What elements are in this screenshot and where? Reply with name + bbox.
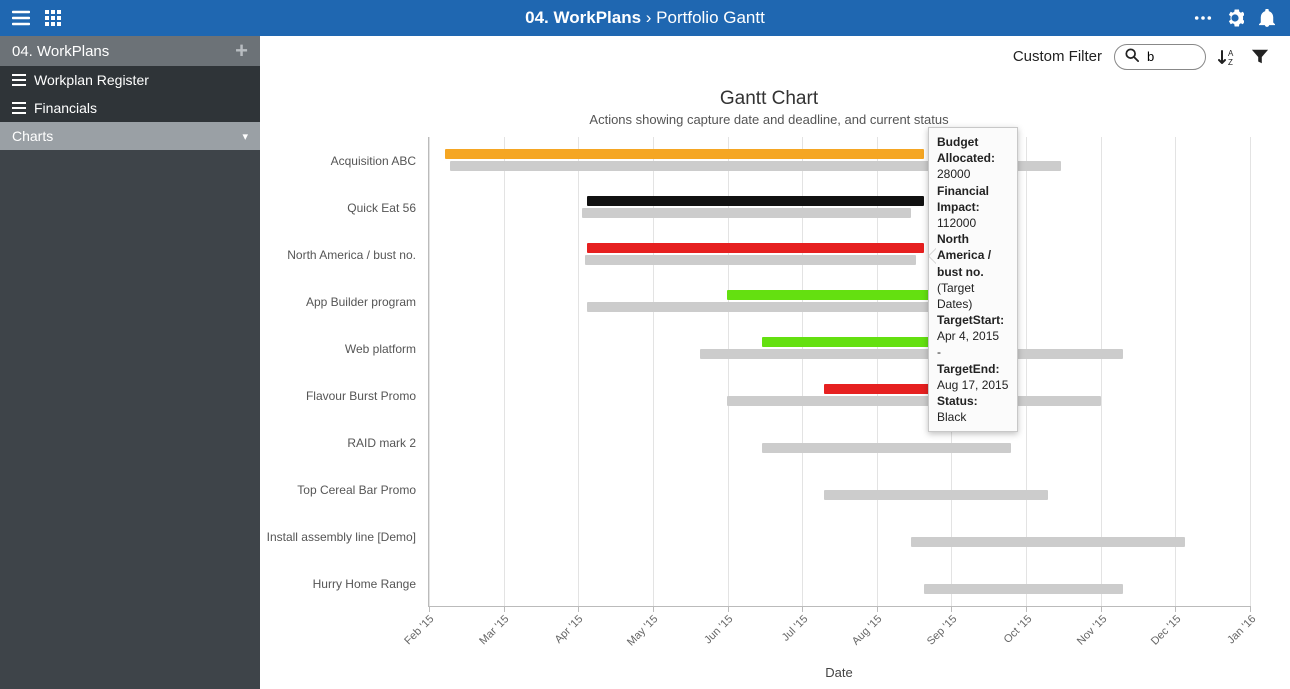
sidebar-item-label: Financials: [34, 100, 97, 116]
gantt-status-bar[interactable]: [727, 290, 936, 300]
gantt-status-bar[interactable]: [445, 149, 923, 159]
bell-icon[interactable]: [1258, 9, 1276, 27]
x-axis-label: Sep '15: [925, 613, 960, 648]
gantt-target-bar[interactable]: [582, 208, 911, 218]
tooltip-value: Apr 4, 2015: [937, 329, 999, 343]
gantt-status-bar[interactable]: [587, 196, 923, 206]
breadcrumb-current: Portfolio Gantt: [656, 8, 765, 27]
tooltip-value: Black: [937, 410, 966, 424]
chart-tooltip: Budget Allocated: 28000 Financial Impact…: [928, 127, 1018, 432]
custom-filter-label[interactable]: Custom Filter: [1013, 48, 1102, 65]
gantt-target-bar[interactable]: [924, 584, 1123, 594]
x-axis-label: Oct '15: [1001, 613, 1034, 646]
y-axis-label: App Builder program: [266, 295, 416, 309]
gantt-chart: Gantt Chart Actions showing capture date…: [260, 78, 1290, 689]
apps-grid-icon[interactable]: [44, 9, 62, 27]
more-icon[interactable]: [1194, 9, 1212, 27]
gantt-target-bar[interactable]: [762, 443, 1011, 453]
x-axis-label: Dec '15: [1149, 613, 1184, 648]
x-axis-label: Apr '15: [553, 613, 586, 646]
tooltip-key: TargetEnd:: [937, 362, 999, 376]
x-axis-label: Jan '16: [1225, 613, 1258, 646]
y-axis-label: Hurry Home Range: [266, 577, 416, 591]
gear-icon[interactable]: [1226, 9, 1244, 27]
x-axis-label: Aug '15: [850, 613, 885, 648]
add-icon[interactable]: +: [235, 38, 248, 64]
tooltip-value: 112000: [937, 216, 976, 230]
x-axis-label: Feb '15: [402, 613, 436, 647]
breadcrumb-root: 04. WorkPlans: [525, 8, 641, 27]
tooltip-key: Status:: [937, 394, 978, 408]
chart-title: Gantt Chart: [268, 88, 1270, 110]
sidebar-item-financials[interactable]: Financials: [0, 94, 260, 122]
chevron-down-icon: ▾: [242, 130, 248, 143]
gantt-target-bar[interactable]: [727, 396, 1101, 406]
y-axis-label: Top Cereal Bar Promo: [266, 483, 416, 497]
main-pane: Custom Filter AZ Gantt Chart Actions sho…: [260, 36, 1290, 689]
x-axis-label: May '15: [625, 613, 660, 648]
sidebar-title: 04. WorkPlans: [12, 43, 109, 60]
tooltip-sep: -: [937, 345, 941, 359]
tooltip-series: North America / bust no.: [937, 232, 991, 278]
app-topbar: 04. WorkPlans › Portfolio Gantt: [0, 0, 1290, 36]
gantt-status-bar[interactable]: [824, 384, 936, 394]
y-axis-label: Quick Eat 56: [266, 201, 416, 215]
x-axis-label: Jul '15: [779, 613, 810, 644]
sort-icon[interactable]: AZ: [1218, 47, 1238, 67]
gantt-status-bar[interactable]: [762, 337, 936, 347]
gantt-status-bar[interactable]: [587, 243, 923, 253]
sidebar-item-register[interactable]: Workplan Register: [0, 66, 260, 94]
sidebar-item-label: Charts: [12, 128, 53, 144]
tooltip-key: TargetStart:: [937, 313, 1004, 327]
gantt-target-bar[interactable]: [700, 349, 1123, 359]
x-axis-label: Nov '15: [1074, 613, 1109, 648]
x-axis-title: Date: [428, 665, 1250, 680]
search-box[interactable]: [1114, 44, 1206, 70]
hamburger-icon[interactable]: [12, 9, 30, 27]
gantt-target-bar[interactable]: [911, 537, 1185, 547]
filter-icon[interactable]: [1250, 47, 1270, 67]
tooltip-value: 28000: [937, 167, 970, 181]
gantt-target-bar[interactable]: [587, 302, 936, 312]
list-icon: [12, 102, 26, 114]
list-icon: [12, 74, 26, 86]
search-input[interactable]: [1145, 48, 1195, 65]
sidebar: 04. WorkPlans + Workplan Register Financ…: [0, 36, 260, 689]
chart-subtitle: Actions showing capture date and deadlin…: [268, 112, 1270, 127]
y-axis-label: Flavour Burst Promo: [266, 389, 416, 403]
sidebar-item-label: Workplan Register: [34, 72, 149, 88]
tooltip-key: Budget Allocated:: [937, 135, 995, 165]
toolbar: Custom Filter AZ: [260, 36, 1290, 78]
x-axis-label: Mar '15: [477, 613, 511, 647]
search-icon: [1125, 48, 1139, 65]
sidebar-header: 04. WorkPlans +: [0, 36, 260, 66]
y-axis-label: Web platform: [266, 342, 416, 356]
tooltip-value: Aug 17, 2015: [937, 378, 1008, 392]
y-axis-label: RAID mark 2: [266, 436, 416, 450]
gantt-target-bar[interactable]: [585, 255, 916, 265]
y-axis-label: Install assembly line [Demo]: [266, 530, 416, 544]
x-axis-label: Jun '15: [702, 613, 735, 646]
breadcrumb-separator: ›: [646, 8, 656, 27]
breadcrumb: 04. WorkPlans › Portfolio Gantt: [0, 8, 1290, 28]
svg-text:A: A: [1228, 49, 1234, 58]
tooltip-series-sub: (Target Dates): [937, 281, 974, 311]
tooltip-key: Financial Impact:: [937, 184, 989, 214]
gantt-target-bar[interactable]: [824, 490, 1048, 500]
y-axis-label: North America / bust no.: [266, 248, 416, 262]
sidebar-item-charts[interactable]: Charts ▾: [0, 122, 260, 150]
y-axis-label: Acquisition ABC: [266, 154, 416, 168]
svg-text:Z: Z: [1228, 58, 1233, 67]
